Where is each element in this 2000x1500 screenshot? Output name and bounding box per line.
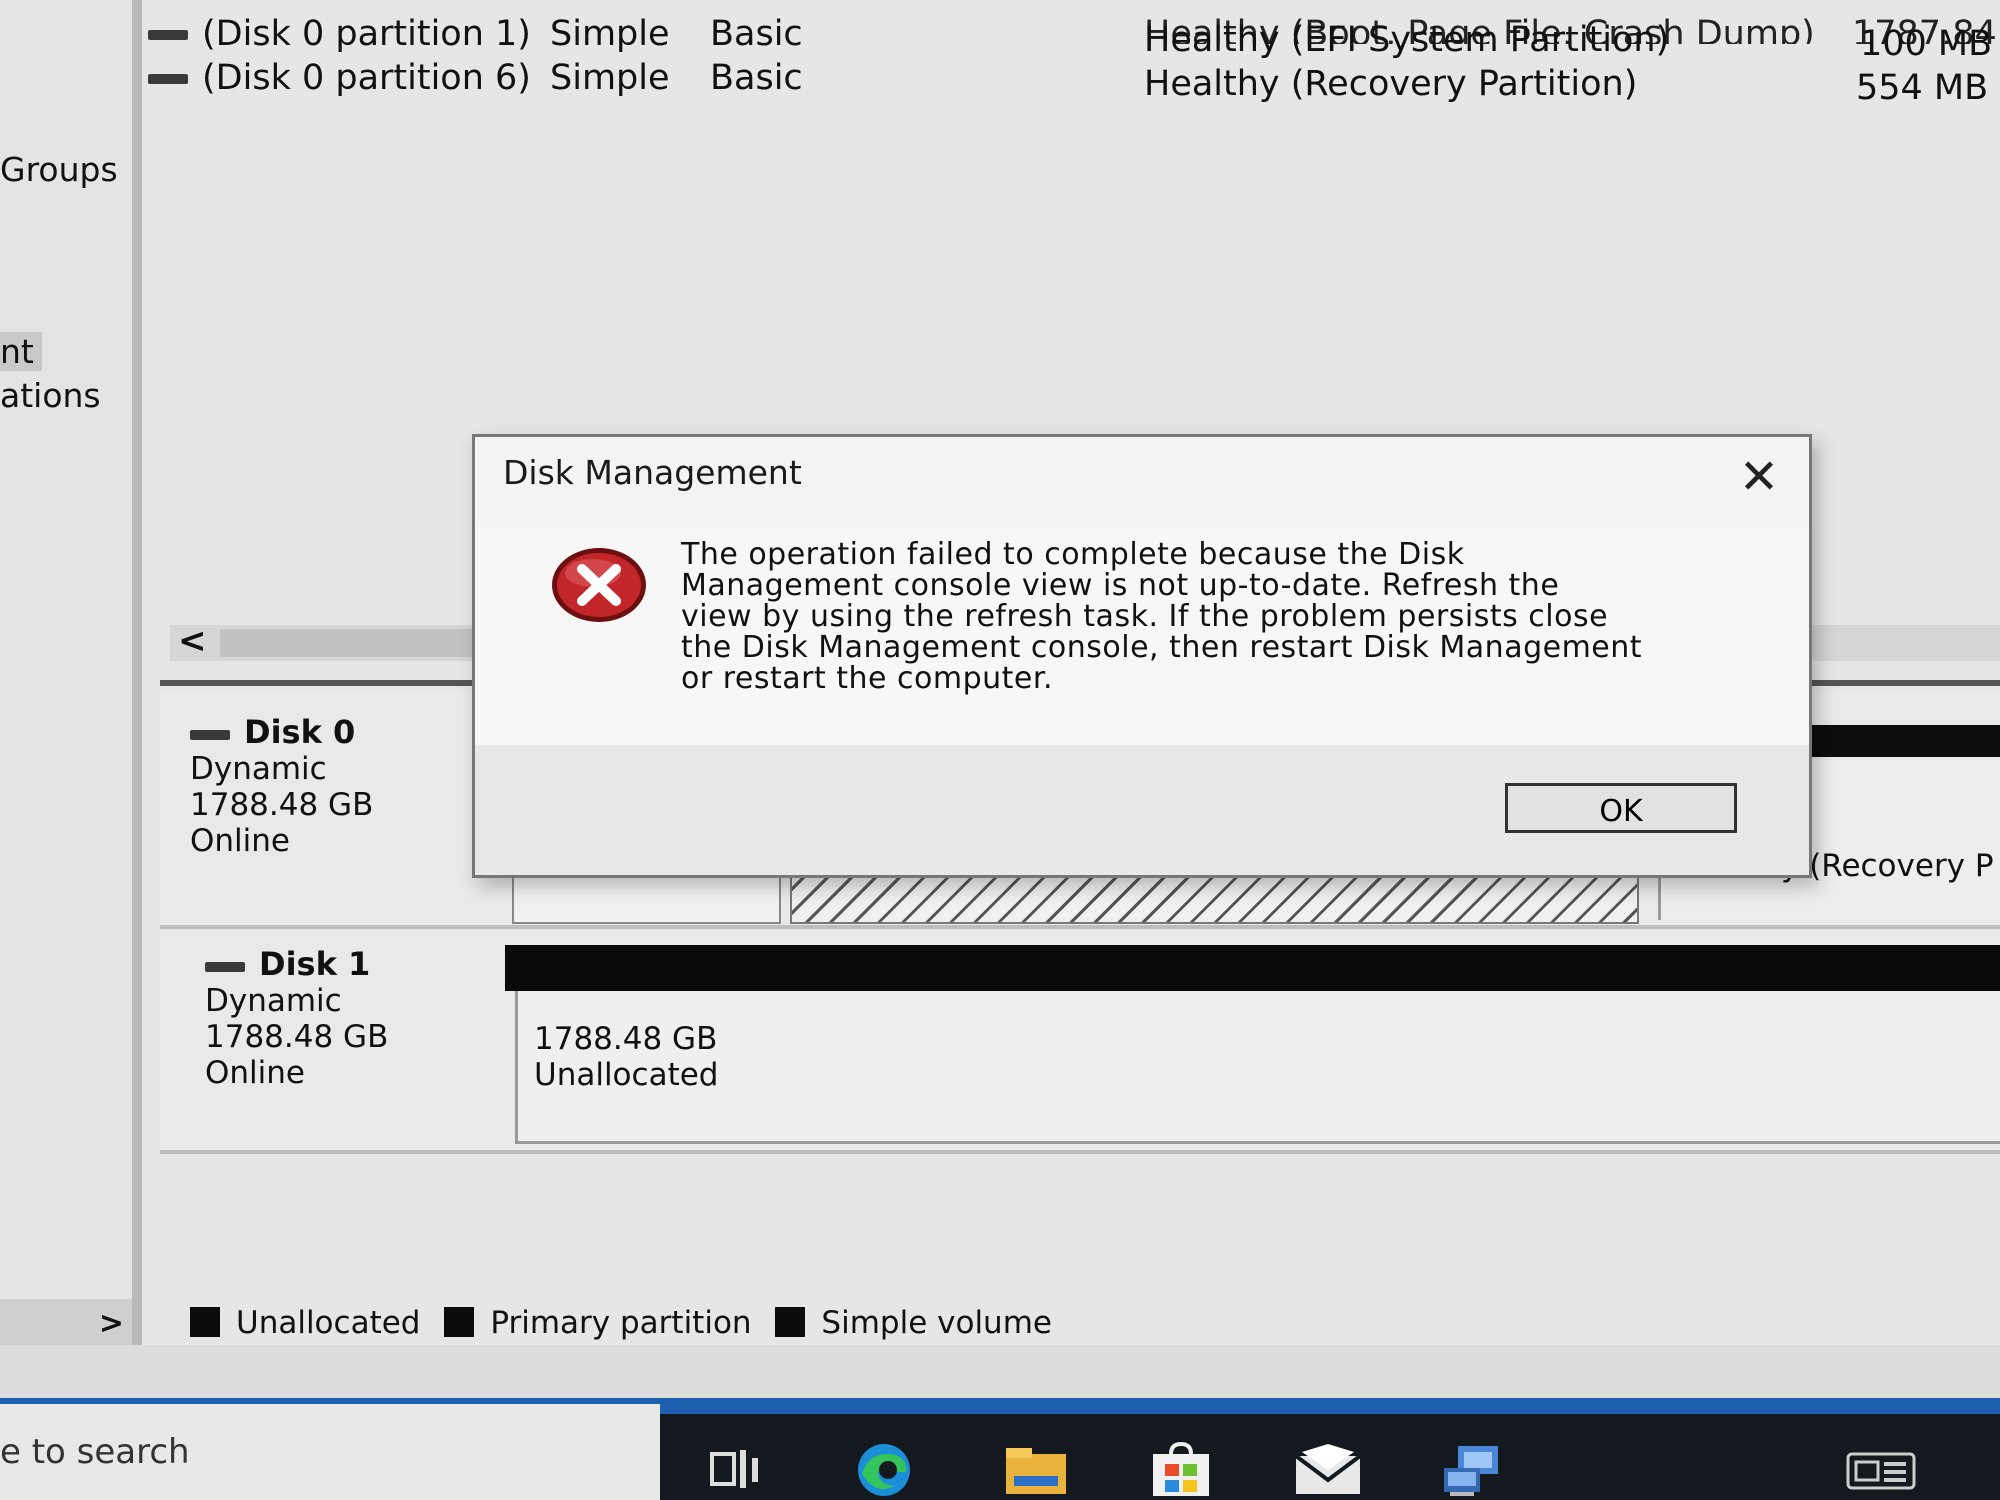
legend-swatch xyxy=(775,1307,806,1337)
volume-row[interactable]: (Disk 0 partition 6) Simple Basic Health… xyxy=(142,58,2000,108)
legend-item-unallocated: Unallocated xyxy=(190,1305,420,1341)
nav-item-management[interactable]: nt xyxy=(0,332,42,371)
disk-icon xyxy=(190,729,230,740)
ok-button[interactable]: OK xyxy=(1505,783,1737,833)
volume-layout: Simple xyxy=(550,14,670,54)
news-icon[interactable] xyxy=(1842,1440,1922,1500)
volume-capacity: 554 MB xyxy=(1856,68,1989,108)
left-navigation-pane: Groups nt ations > xyxy=(0,0,142,1345)
disk-1-info[interactable]: Disk 1 Dynamic 1788.48 GB Online xyxy=(205,946,505,1091)
file-explorer-icon[interactable] xyxy=(1000,1440,1072,1500)
legend-swatch xyxy=(190,1307,220,1337)
volume-name: (Disk 0 partition 1) xyxy=(148,14,531,54)
volume-type: Basic xyxy=(710,58,803,98)
disk-type: Dynamic xyxy=(205,983,342,1019)
disk-state: Online xyxy=(190,823,290,859)
scroll-left-arrow-icon[interactable]: < xyxy=(178,621,207,661)
dialog-message: The operation failed to complete because… xyxy=(681,537,1643,696)
store-icon[interactable] xyxy=(1145,1440,1217,1500)
volume-name: (Disk 0 partition 6) xyxy=(148,58,531,98)
disk-type: Dynamic xyxy=(190,751,327,787)
partition-size: 1788.48 GB xyxy=(534,1021,718,1057)
error-dialog: Disk Management ✕ The operation failed t… xyxy=(472,434,1812,878)
dialog-footer: OK xyxy=(475,745,1809,875)
edge-icon[interactable] xyxy=(848,1440,920,1500)
error-icon xyxy=(552,548,646,622)
disk-1-volume-bar xyxy=(505,945,2000,991)
volume-disk-icon xyxy=(148,74,188,84)
close-icon[interactable]: ✕ xyxy=(1731,449,1787,505)
nav-item-groups[interactable]: Groups xyxy=(0,150,118,189)
partition-status-partial: y (Recovery P xyxy=(1781,848,1994,884)
disk-state: Online xyxy=(205,1055,305,1091)
volume-status: Healthy (EFI System Partition) xyxy=(1144,20,1670,60)
volume-layout: Simple xyxy=(550,58,670,98)
disk-name: Disk 0 xyxy=(244,713,356,751)
legend-item-primary: Primary partition xyxy=(444,1305,752,1341)
nav-item-applications[interactable]: ations xyxy=(0,376,101,415)
dialog-body: The operation failed to complete because… xyxy=(475,527,1809,745)
search-placeholder: e to search xyxy=(0,1432,190,1472)
legend-swatch xyxy=(444,1307,475,1337)
mail-icon[interactable] xyxy=(1292,1440,1364,1500)
volume-disk-icon xyxy=(148,30,188,40)
taskbar-search-box[interactable]: e to search xyxy=(0,1404,660,1500)
legend: Unallocated Primary partition Simple vol… xyxy=(190,1305,1066,1349)
disk-size: 1788.48 GB xyxy=(190,787,374,823)
disk-icon xyxy=(205,961,245,972)
disk-1-unallocated-partition[interactable]: 1788.48 GB Unallocated xyxy=(515,991,2000,1144)
legend-item-simple: Simple volume xyxy=(775,1305,1052,1341)
volume-row[interactable]: (Disk 0 partition 1) Simple Basic Health… xyxy=(142,14,2000,64)
volume-status: Healthy (Recovery Partition) xyxy=(1144,64,1638,104)
disk-name: Disk 1 xyxy=(259,945,371,983)
network-app-icon[interactable] xyxy=(1440,1440,1512,1500)
disk-size: 1788.48 GB xyxy=(205,1019,389,1055)
disk-0-info[interactable]: Disk 0 Dynamic 1788.48 GB Online xyxy=(190,714,490,859)
dialog-title: Disk Management xyxy=(503,453,802,492)
partition-status: Unallocated xyxy=(534,1057,719,1093)
task-view-icon[interactable] xyxy=(700,1440,772,1500)
left-pane-scrollbar[interactable]: > xyxy=(0,1299,132,1345)
scroll-right-arrow-icon[interactable]: > xyxy=(99,1306,124,1341)
volume-type: Basic xyxy=(710,14,803,54)
